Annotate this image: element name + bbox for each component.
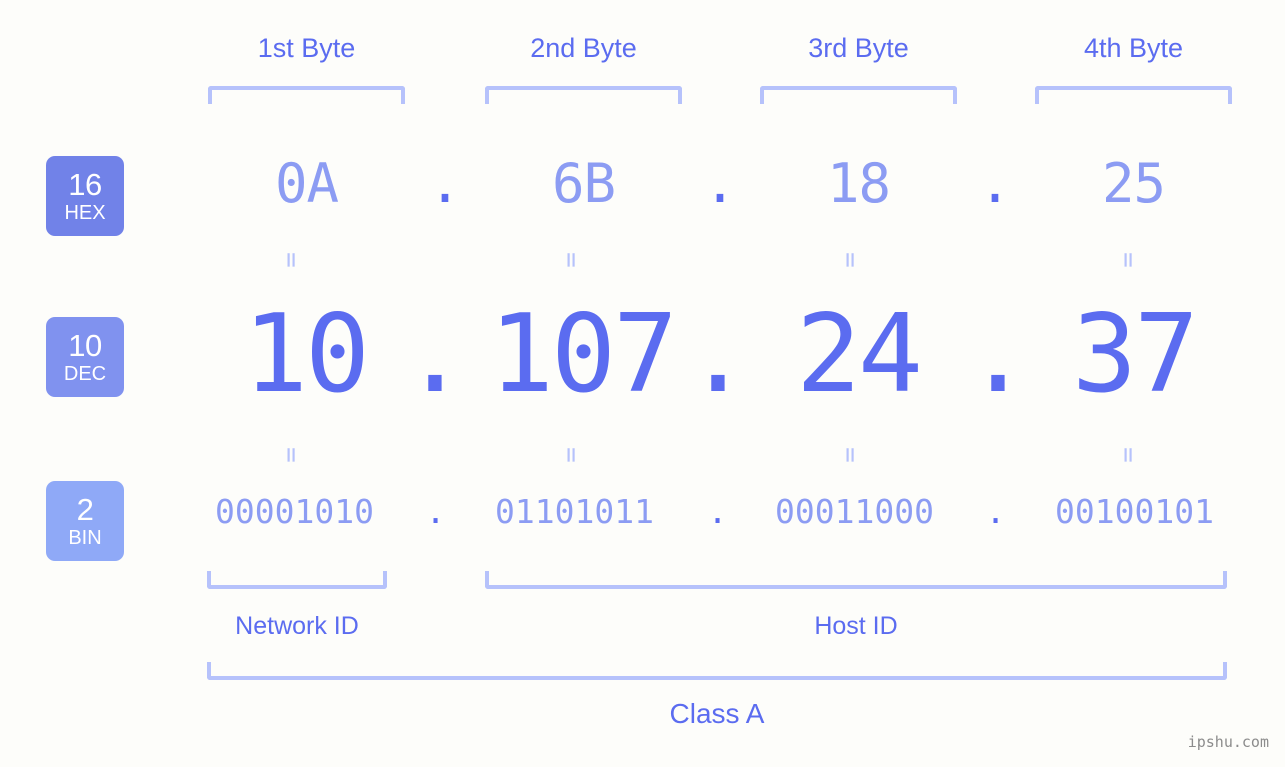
- hex-separator-2: .: [703, 152, 737, 215]
- equals-icon-hex-dec-3: =: [834, 252, 865, 268]
- hex-byte-2: 6B: [551, 152, 616, 215]
- base-badge-bin-name: BIN: [68, 527, 102, 549]
- byte-bracket-4: [1035, 86, 1232, 104]
- host-id-label: Host ID: [814, 612, 898, 640]
- dec-separator-2: .: [685, 292, 751, 417]
- equals-icon-hex-dec-2: =: [555, 252, 586, 268]
- base-badge-dec-name: DEC: [63, 363, 107, 385]
- ip-address-breakdown-diagram: 1st Byte 2nd Byte 3rd Byte 4th Byte 16 H…: [0, 0, 1285, 767]
- equals-icon-dec-bin-1: =: [275, 447, 306, 463]
- equals-icon-dec-bin-2: =: [555, 447, 586, 463]
- hex-byte-1: 0A: [274, 152, 339, 215]
- dec-separator-3: .: [965, 292, 1031, 417]
- hex-separator-3: .: [978, 152, 1012, 215]
- base-badge-hex-number: 16: [68, 167, 102, 202]
- class-label: Class A: [669, 698, 765, 729]
- hex-byte-4: 25: [1101, 152, 1166, 215]
- base-badge-hex: 16 HEX: [46, 156, 124, 236]
- dec-byte-4: 37: [1071, 292, 1199, 417]
- bin-separator-2: .: [707, 492, 728, 531]
- host-id-bracket: [485, 571, 1227, 589]
- equals-icon-dec-bin-4: =: [1112, 447, 1143, 463]
- hex-byte-3: 18: [826, 152, 891, 215]
- bin-byte-3: 00011000: [775, 492, 934, 531]
- class-bracket: [207, 662, 1227, 680]
- equals-icon-dec-bin-3: =: [834, 447, 865, 463]
- byte-header-4: 4th Byte: [1083, 33, 1184, 63]
- base-badge-bin: 2 BIN: [46, 481, 124, 561]
- byte-bracket-2: [485, 86, 682, 104]
- bin-byte-1: 00001010: [215, 492, 374, 531]
- dec-byte-3: 24: [795, 292, 923, 417]
- byte-bracket-1: [208, 86, 405, 104]
- byte-header-2: 2nd Byte: [530, 33, 637, 63]
- bin-separator-3: .: [985, 492, 1006, 531]
- byte-bracket-3: [760, 86, 957, 104]
- dec-separator-1: .: [402, 292, 468, 417]
- base-badge-dec-number: 10: [68, 328, 102, 363]
- base-badge-hex-name: HEX: [64, 202, 106, 224]
- base-badge-dec: 10 DEC: [46, 317, 124, 397]
- site-watermark: ipshu.com: [1187, 733, 1269, 751]
- network-id-label: Network ID: [235, 612, 359, 640]
- hex-separator-1: .: [428, 152, 462, 215]
- dec-byte-1: 10: [242, 292, 370, 417]
- base-badge-bin-number: 2: [76, 492, 94, 527]
- dec-byte-2: 107: [488, 292, 678, 417]
- bin-byte-2: 01101011: [495, 492, 654, 531]
- byte-header-1: 1st Byte: [257, 33, 356, 63]
- bin-byte-4: 00100101: [1055, 492, 1214, 531]
- byte-header-3: 3rd Byte: [808, 33, 909, 63]
- equals-icon-hex-dec-1: =: [275, 252, 306, 268]
- bin-separator-1: .: [425, 492, 446, 531]
- equals-icon-hex-dec-4: =: [1112, 252, 1143, 268]
- network-id-bracket: [207, 571, 387, 589]
